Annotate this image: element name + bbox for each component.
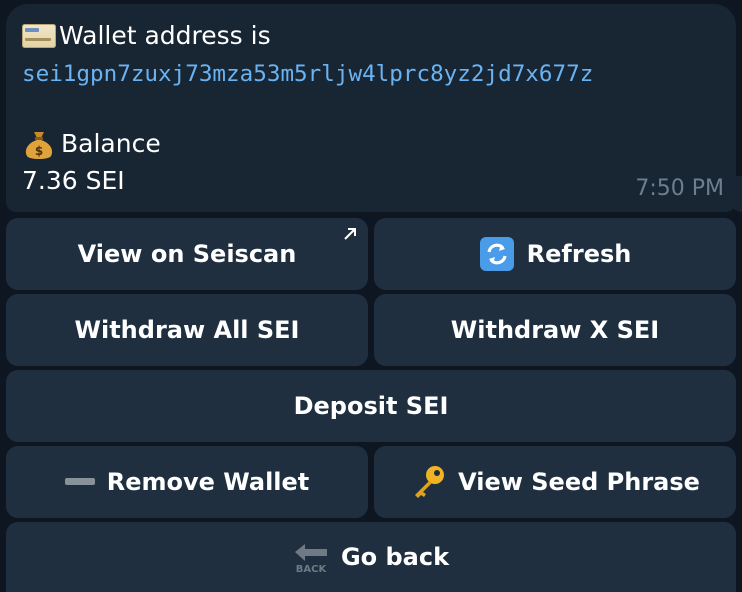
refresh-label: Refresh <box>526 240 632 268</box>
deposit-button[interactable]: Deposit SEI <box>6 370 736 442</box>
withdraw-all-button[interactable]: Withdraw All SEI <box>6 294 368 366</box>
deposit-label: Deposit SEI <box>293 392 449 420</box>
view-on-seiscan-button[interactable]: View on Seiscan <box>6 218 368 290</box>
view-seed-phrase-label: View Seed Phrase <box>458 468 700 496</box>
wallet-line: Wallet address is <box>22 20 271 52</box>
external-link-icon <box>344 228 356 240</box>
chat-view: Wallet address is sei1gpn7zuxj73mza53m5r… <box>0 0 742 592</box>
svg-text:$: $ <box>35 144 43 158</box>
balance-label: Balance <box>61 129 161 158</box>
withdraw-x-button[interactable]: Withdraw X SEI <box>374 294 736 366</box>
wallet-label: Wallet address is <box>59 21 271 50</box>
go-back-label: Go back <box>340 543 450 571</box>
remove-wallet-label: Remove Wallet <box>106 468 310 496</box>
refresh-button[interactable]: Refresh <box>374 218 736 290</box>
view-seed-phrase-button[interactable]: View Seed Phrase <box>374 446 736 518</box>
message-time: 7:50 PM <box>635 176 724 201</box>
view-on-seiscan-label: View on Seiscan <box>77 240 297 268</box>
remove-wallet-button[interactable]: Remove Wallet <box>6 446 368 518</box>
balance-line: $ Balance <box>22 128 161 160</box>
back-arrow-icon: BACK <box>293 540 329 574</box>
go-back-button[interactable]: BACK Go back <box>6 522 736 592</box>
withdraw-x-label: Withdraw X SEI <box>450 316 660 344</box>
key-icon <box>410 464 446 500</box>
svg-text:BACK: BACK <box>296 564 328 574</box>
balance-value: 7.36 SEI <box>22 166 125 195</box>
wallet-address[interactable]: sei1gpn7zuxj73mza53m5rljw4lprc8yz2jd7x67… <box>22 58 593 90</box>
message-bubble-tail <box>730 176 742 212</box>
money-bag-icon: $ <box>22 129 56 159</box>
refresh-icon <box>479 236 515 272</box>
credit-card-icon <box>22 24 56 48</box>
minus-icon <box>64 476 95 488</box>
withdraw-all-label: Withdraw All SEI <box>74 316 300 344</box>
